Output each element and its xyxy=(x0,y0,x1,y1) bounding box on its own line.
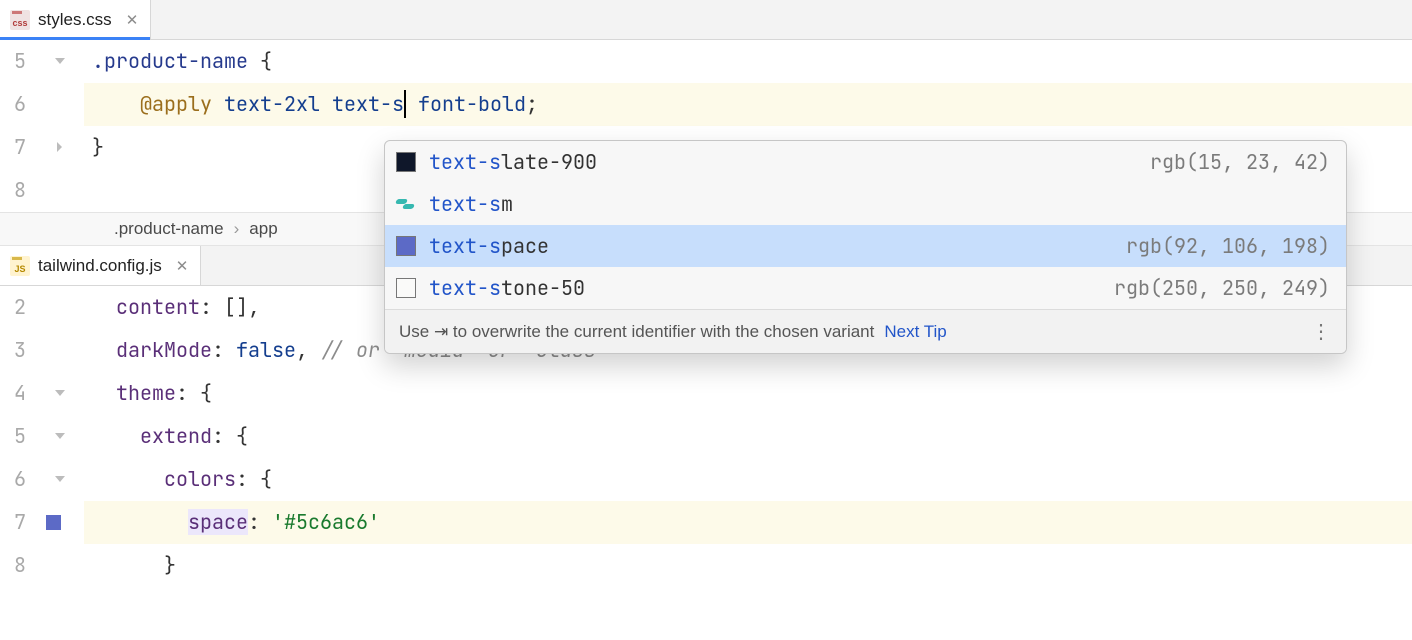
line-number: 8 xyxy=(10,169,26,212)
color-swatch-icon xyxy=(395,277,417,299)
line-number: 6 xyxy=(10,83,26,126)
completion-hint: rgb(250, 250, 249) xyxy=(1114,275,1330,301)
tab-tailwind-config[interactable]: JS tailwind.config.js ✕ xyxy=(0,246,201,285)
color-swatch-icon xyxy=(395,235,417,257)
close-tab-icon[interactable]: ✕ xyxy=(170,257,189,275)
completion-item[interactable]: text-sm xyxy=(385,183,1346,225)
line-number: 7 xyxy=(10,126,26,169)
tailwind-icon xyxy=(395,193,417,215)
completion-label: text-slate-900 xyxy=(429,149,1138,175)
completion-item[interactable]: text-stone-50 rgb(250, 250, 249) xyxy=(385,267,1346,309)
color-chip-icon[interactable] xyxy=(46,515,61,530)
gutter-js: 2 3 4 5 6 7 8 xyxy=(0,286,84,587)
next-tip-link[interactable]: Next Tip xyxy=(884,322,946,342)
css-selector: .product-name xyxy=(92,48,248,74)
completion-hint: rgb(15, 23, 42) xyxy=(1150,149,1330,175)
popup-footer: Use ⇥ to overwrite the current identifie… xyxy=(385,309,1346,353)
breadcrumb-item[interactable]: app xyxy=(249,219,277,239)
kebab-menu-icon[interactable]: ⋮ xyxy=(1311,319,1332,344)
js-file-icon: JS xyxy=(10,256,30,276)
active-line: @apply text-2xl text-s font-bold; xyxy=(84,83,1412,126)
fold-icon[interactable] xyxy=(54,427,68,447)
gutter-css: 5 6 7 8 xyxy=(0,40,84,212)
css-file-icon: css xyxy=(10,10,30,30)
line-number: 6 xyxy=(10,458,26,501)
tab-filename: tailwind.config.js xyxy=(38,256,162,276)
line-number: 5 xyxy=(10,415,26,458)
fold-icon[interactable] xyxy=(54,138,68,158)
line-number: 5 xyxy=(10,40,26,83)
tab-styles-css[interactable]: css styles.css ✕ xyxy=(0,0,151,39)
completion-hint: rgb(92, 106, 198) xyxy=(1126,233,1330,259)
completion-label: text-space xyxy=(429,233,1114,259)
tab-filename: styles.css xyxy=(38,10,112,30)
fold-icon[interactable] xyxy=(54,384,68,404)
completion-popup: text-slate-900 rgb(15, 23, 42) text-sm text… xyxy=(384,140,1347,354)
completion-label: text-sm xyxy=(429,191,1330,217)
completion-label: text-stone-50 xyxy=(429,275,1102,301)
completion-item[interactable]: text-slate-900 rgb(15, 23, 42) xyxy=(385,141,1346,183)
chevron-right-icon: › xyxy=(234,219,240,239)
line-number: 4 xyxy=(10,372,26,415)
popup-hint-text: Use ⇥ to overwrite the current identifie… xyxy=(399,322,874,342)
completion-item[interactable]: text-space rgb(92, 106, 198) xyxy=(385,225,1346,267)
line-number: 7 xyxy=(10,501,26,544)
fold-icon[interactable] xyxy=(54,52,68,72)
breadcrumb-item[interactable]: .product-name xyxy=(114,219,224,239)
color-swatch-icon xyxy=(395,151,417,173)
tab-bar-top: css styles.css ✕ xyxy=(0,0,1412,40)
line-number: 8 xyxy=(10,544,26,587)
line-number: 3 xyxy=(10,329,26,372)
close-tab-icon[interactable]: ✕ xyxy=(120,11,139,29)
line-number: 2 xyxy=(10,286,26,329)
fold-icon[interactable] xyxy=(54,470,68,490)
